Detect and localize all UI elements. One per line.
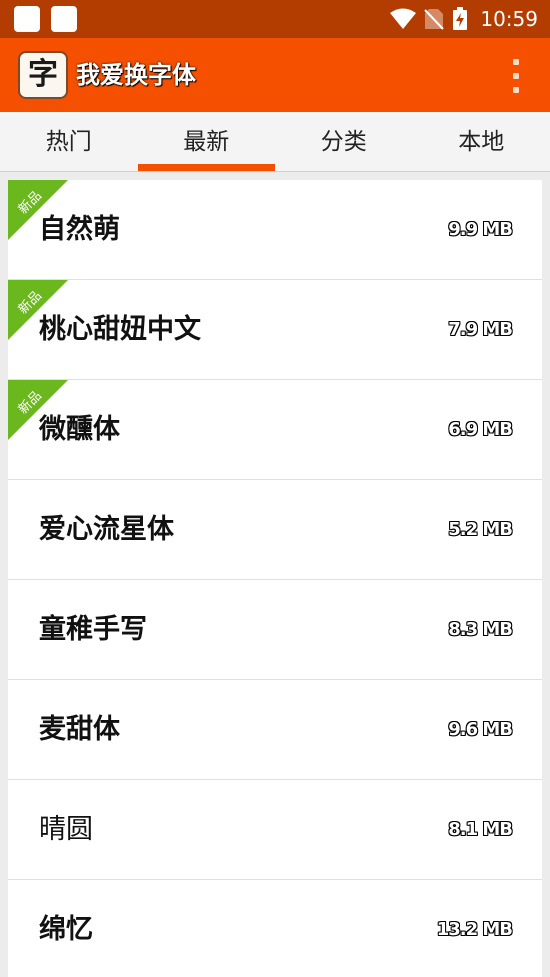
font-list-item[interactable]: 麦甜体 9.6 MB xyxy=(8,680,542,780)
font-file-size: 9.6 MB xyxy=(448,719,513,740)
app-title: 我爱换字体 xyxy=(76,61,196,89)
overflow-menu-icon[interactable] xyxy=(508,58,524,94)
font-file-size: 13.2 MB xyxy=(436,919,513,940)
font-name: 童稚手写 xyxy=(39,614,147,645)
status-icons: 10:59 xyxy=(390,0,538,38)
font-list-item[interactable]: 新品 自然萌 9.9 MB xyxy=(8,180,542,280)
font-name: 绵忆 xyxy=(39,914,93,945)
tab-category[interactable]: 分类 xyxy=(275,112,413,171)
no-sim-icon xyxy=(424,9,445,30)
notification-icon xyxy=(51,6,77,32)
font-file-size: 9.9 MB xyxy=(448,219,513,240)
font-file-size: 8.3 MB xyxy=(448,619,513,640)
app-bar: 字 我爱换字体 xyxy=(0,38,550,112)
font-list: 新品 自然萌 9.9 MB 新品 桃心甜妞中文 7.9 MB 新品 微醺体 6.… xyxy=(8,180,542,977)
status-bar: 10:59 xyxy=(0,0,550,38)
font-file-size: 6.9 MB xyxy=(448,419,513,440)
font-name: 自然萌 xyxy=(39,214,120,245)
font-list-item[interactable]: 绵忆 13.2 MB xyxy=(8,880,542,977)
font-name: 晴圆 xyxy=(39,814,93,845)
tab-local[interactable]: 本地 xyxy=(413,112,550,171)
app-logo-icon: 字 xyxy=(18,51,68,99)
font-file-size: 5.2 MB xyxy=(448,519,513,540)
status-time: 10:59 xyxy=(480,7,538,31)
font-list-item[interactable]: 童稚手写 8.3 MB xyxy=(8,580,542,680)
battery-charging-icon xyxy=(453,7,468,30)
notification-icon xyxy=(14,6,40,32)
font-list-item[interactable]: 爱心流星体 5.2 MB xyxy=(8,480,542,580)
font-name: 微醺体 xyxy=(39,414,120,445)
wifi-icon xyxy=(390,8,417,29)
tab-bar: 热门 最新 分类 本地 xyxy=(0,112,550,172)
font-list-item[interactable]: 新品 微醺体 6.9 MB xyxy=(8,380,542,480)
font-name: 桃心甜妞中文 xyxy=(39,314,201,345)
tab-popular[interactable]: 热门 xyxy=(0,112,138,171)
font-list-item[interactable]: 新品 桃心甜妞中文 7.9 MB xyxy=(8,280,542,380)
tab-latest[interactable]: 最新 xyxy=(137,112,276,171)
font-file-size: 8.1 MB xyxy=(448,819,513,840)
font-list-item[interactable]: 晴圆 8.1 MB xyxy=(8,780,542,880)
font-name: 爱心流星体 xyxy=(39,514,174,545)
font-file-size: 7.9 MB xyxy=(448,319,513,340)
font-name: 麦甜体 xyxy=(39,714,120,745)
